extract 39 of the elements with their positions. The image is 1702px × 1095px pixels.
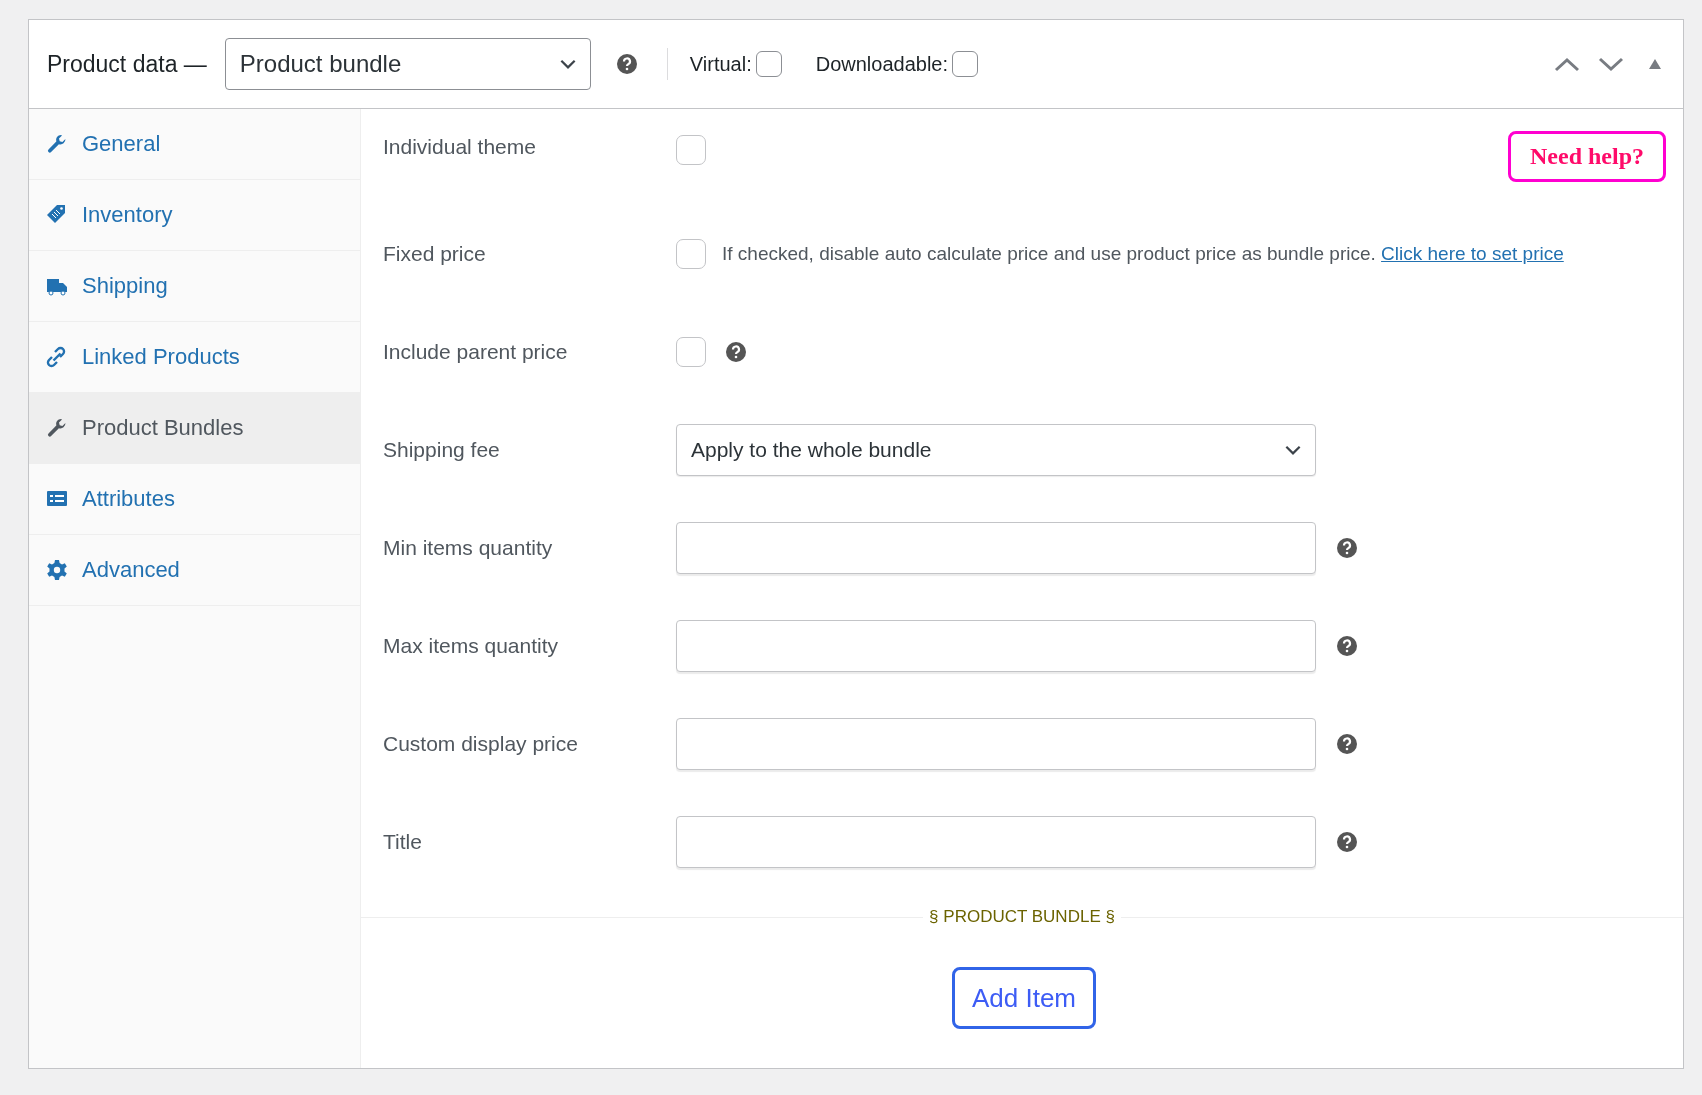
- checkbox[interactable]: [755, 51, 782, 77]
- input-field[interactable]: [676, 718, 1316, 770]
- input-field[interactable]: [676, 620, 1316, 672]
- sidebar-tab[interactable]: General: [29, 109, 360, 180]
- link-icon: [46, 346, 68, 368]
- field-label: Max items quantity: [383, 634, 560, 658]
- input-field[interactable]: [676, 816, 1316, 868]
- option-label: Downloadable:: [815, 52, 949, 76]
- need-help-button[interactable]: Need help?: [1508, 131, 1666, 182]
- sidebar-tab[interactable]: Attributes: [29, 464, 360, 535]
- field-description: If checked, disable auto calculate price and use product price as bundle price. Click here to set price: [722, 243, 1564, 265]
- field-label: Include parent price: [383, 340, 569, 364]
- set-price-link[interactable]: Click here to set price: [1381, 243, 1564, 264]
- sidebar-tab[interactable]: Inventory: [29, 180, 360, 251]
- gear-icon: [46, 559, 68, 581]
- tag-icon: [46, 204, 68, 226]
- panel-title: Product data —: [47, 50, 207, 78]
- field-label: Fixed price: [383, 242, 487, 266]
- product-type-select[interactable]: Product bundle: [224, 38, 591, 90]
- sidebar-tab[interactable]: Advanced: [29, 535, 360, 606]
- add-item-button[interactable]: Add Item: [952, 967, 1096, 1029]
- section-title: § PRODUCT BUNDLE §: [928, 907, 1116, 927]
- input-field[interactable]: [676, 522, 1316, 574]
- sidebar-tab[interactable]: Shipping: [29, 251, 360, 322]
- field-label: Title: [383, 830, 423, 854]
- field-label: Min items quantity: [383, 536, 554, 560]
- field-label: Shipping fee: [383, 438, 501, 462]
- checkbox[interactable]: [676, 239, 706, 269]
- checkbox[interactable]: [952, 51, 979, 77]
- checkbox[interactable]: [676, 337, 706, 367]
- wrench-icon: [46, 133, 68, 155]
- field-label: Custom display price: [383, 732, 579, 756]
- option-label: Virtual:: [689, 52, 752, 76]
- sidebar-tab[interactable]: Product Bundles: [29, 393, 360, 464]
- wrench-icon: [46, 417, 68, 439]
- shipping-fee-select[interactable]: Apply to the whole bundle: [676, 424, 1316, 476]
- checkbox[interactable]: [676, 135, 706, 165]
- field-label: Individual theme: [383, 135, 537, 159]
- help-icon: [616, 54, 637, 74]
